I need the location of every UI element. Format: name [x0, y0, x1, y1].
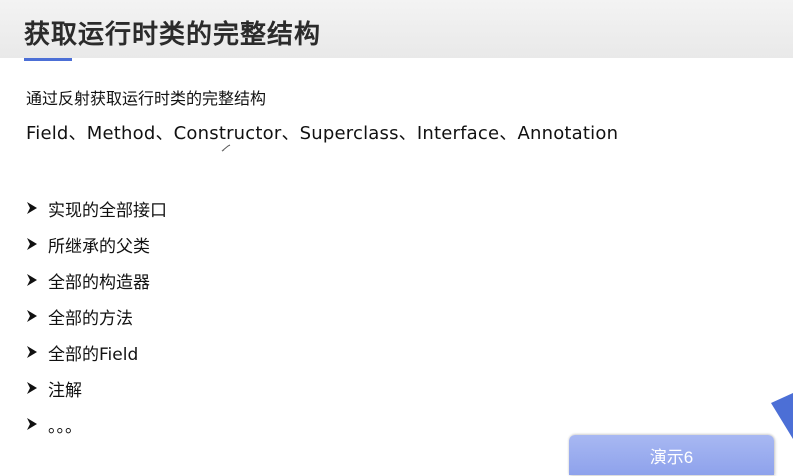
- arrowhead-bullet-icon: [27, 382, 37, 394]
- bullet-text: 。。。: [48, 416, 82, 437]
- corner-decoration: [771, 393, 793, 439]
- list-item: 实现的全部接口: [26, 190, 167, 226]
- bullet-text: 全部的构造器: [48, 272, 150, 293]
- pen-cursor-icon: [221, 144, 231, 152]
- list-item: 注解: [26, 370, 167, 406]
- title-bar: 获取运行时类的完整结构: [0, 0, 793, 58]
- demo-button[interactable]: 演示6: [569, 435, 774, 475]
- slide: 获取运行时类的完整结构 通过反射获取运行时类的完整结构 Field、Method…: [0, 0, 793, 476]
- arrowhead-bullet-icon: [27, 310, 37, 322]
- arrowhead-bullet-icon: [27, 202, 37, 214]
- bullet-text: 注解: [48, 380, 82, 401]
- bullet-text: 实现的全部接口: [48, 200, 167, 221]
- arrowhead-bullet-icon: [27, 274, 37, 286]
- bullet-list: 实现的全部接口 所继承的父类 全部的构造器 全部的方法 全部的Field 注解 …: [26, 190, 167, 442]
- slide-subtitle: 通过反射获取运行时类的完整结构: [26, 89, 267, 108]
- bullet-text: 全部的方法: [48, 308, 133, 329]
- slide-title: 获取运行时类的完整结构: [24, 20, 322, 50]
- arrowhead-bullet-icon: [27, 346, 37, 358]
- title-underline: [24, 58, 72, 61]
- list-item: 所继承的父类: [26, 226, 167, 262]
- bullet-text: 所继承的父类: [48, 236, 150, 257]
- bullet-text: 全部的Field: [48, 344, 139, 365]
- arrowhead-bullet-icon: [27, 238, 37, 250]
- list-item: 全部的方法: [26, 298, 167, 334]
- list-item: 全部的构造器: [26, 262, 167, 298]
- list-item: 全部的Field: [26, 334, 167, 370]
- list-item: 。。。: [26, 406, 167, 442]
- arrowhead-bullet-icon: [27, 418, 37, 430]
- reflection-members-line: Field、Method、Constructor、Superclass、Inte…: [26, 123, 619, 144]
